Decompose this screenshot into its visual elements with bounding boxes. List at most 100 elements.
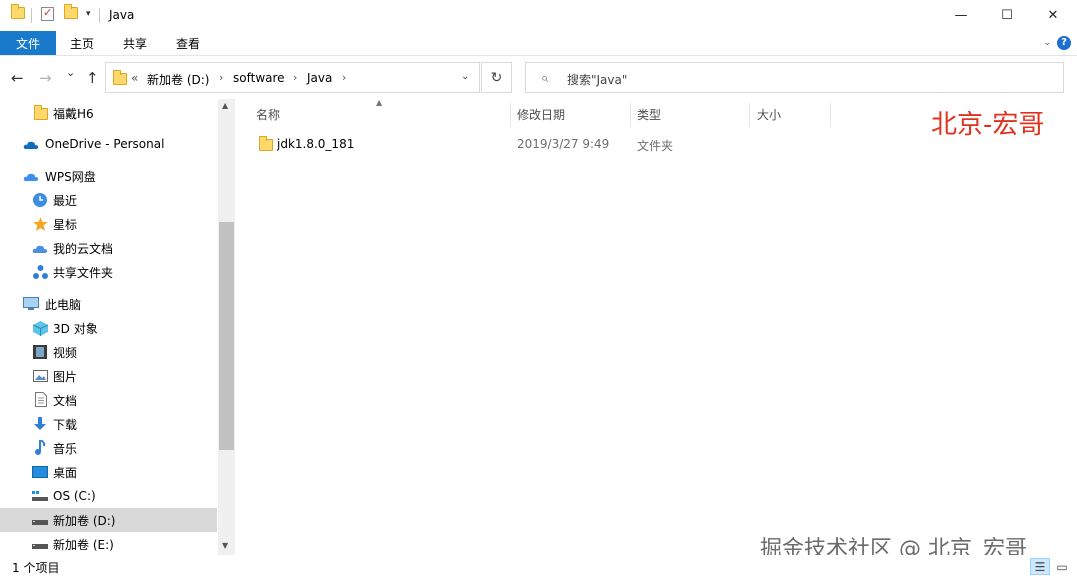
breadcrumb-java[interactable]: Java — [307, 71, 332, 85]
column-divider[interactable] — [630, 103, 631, 127]
title-bar: ▾ Java — ☐ ✕ — [0, 0, 1077, 31]
sort-ascending-icon: ▲ — [376, 98, 383, 107]
sidebar-item-drive-d[interactable]: 新加卷 (D:) — [0, 508, 217, 532]
navigation-pane: 福戴H6 OneDrive - Personal WPS网盘 最近 星标 我的云… — [0, 99, 235, 555]
breadcrumb-separator[interactable]: › — [342, 71, 346, 84]
chevron-down-icon[interactable]: ⌄ — [1043, 38, 1051, 48]
share-icon — [32, 265, 48, 279]
watermark-red: 北京-宏哥 — [931, 110, 1045, 140]
sidebar-item-onedrive[interactable]: OneDrive - Personal — [0, 132, 217, 156]
large-icons-view-icon[interactable]: ▭ — [1052, 558, 1072, 575]
tab-home[interactable]: 主页 — [60, 31, 104, 55]
sidebar-item-pictures[interactable]: 图片 — [0, 364, 217, 388]
breadcrumb-drive-d[interactable]: 新加卷 (D:) — [147, 71, 209, 88]
sidebar-item-music[interactable]: 音乐 — [0, 436, 217, 460]
minimize-button[interactable]: — — [938, 0, 984, 31]
file-name: jdk1.8.0_181 — [277, 137, 355, 151]
sidebar-scrollbar[interactable]: ▲ ▼ — [218, 99, 235, 555]
column-header-name[interactable]: 名称 — [256, 99, 280, 129]
column-header-date[interactable]: 修改日期 — [517, 99, 565, 129]
folder-icon — [33, 105, 49, 121]
sidebar-item-videos[interactable]: 视频 — [0, 340, 217, 364]
sidebar-item-label: 福戴H6 — [53, 106, 94, 121]
quick-access-dropdown[interactable]: ▾ — [86, 9, 91, 19]
forward-button[interactable]: → — [39, 69, 52, 87]
sidebar-item-label: 新加卷 (D:) — [53, 513, 116, 528]
separator — [99, 8, 100, 23]
cube-icon — [32, 320, 48, 336]
onedrive-icon — [23, 137, 39, 151]
picture-icon — [32, 369, 48, 383]
folder-icon — [113, 70, 127, 85]
search-input[interactable]: 搜索"Java" — [567, 71, 627, 88]
breadcrumb-separator[interactable]: › — [219, 71, 223, 84]
sidebar-item-label: 下载 — [53, 417, 78, 432]
sidebar-item-label: 文档 — [53, 393, 78, 408]
up-button[interactable]: ↑ — [86, 69, 99, 87]
column-header-type[interactable]: 类型 — [637, 99, 661, 129]
sidebar-item-documents[interactable]: 文档 — [0, 388, 217, 412]
video-icon — [32, 345, 48, 359]
sidebar-item-label: 图片 — [53, 369, 78, 384]
sidebar-item-label: OS (C:) — [53, 489, 96, 503]
item-count: 1 个项目 — [12, 561, 60, 575]
scroll-up-icon[interactable]: ▲ — [222, 101, 228, 110]
sidebar-item-drive-c[interactable]: OS (C:) — [0, 484, 217, 508]
sidebar-item-starred[interactable]: 星标 — [0, 212, 217, 236]
status-bar: 1 个项目 ☰ ▭ — [0, 555, 1077, 578]
sidebar-item-label: 此电脑 — [45, 297, 82, 312]
scrollbar-thumb[interactable] — [219, 222, 234, 450]
refresh-button[interactable]: ↻ — [481, 62, 512, 93]
download-icon — [32, 417, 48, 431]
column-header-size[interactable]: 大小 — [757, 99, 781, 129]
sidebar-item-label: 我的云文档 — [53, 241, 114, 256]
sidebar-item-label: 音乐 — [53, 441, 78, 456]
folder-icon — [11, 4, 25, 19]
sidebar-item-my-cloud-docs[interactable]: 我的云文档 — [0, 236, 217, 260]
close-button[interactable]: ✕ — [1030, 0, 1076, 31]
sidebar-item-drive-e[interactable]: 新加卷 (E:) — [0, 532, 217, 555]
sidebar-item-label: WPS网盘 — [45, 169, 96, 184]
sidebar-item-fudaih6[interactable]: 福戴H6 — [0, 101, 217, 125]
document-icon — [33, 391, 49, 407]
address-dropdown[interactable]: ⌄ — [461, 71, 469, 82]
column-divider[interactable] — [749, 103, 750, 127]
help-icon[interactable]: ? — [1057, 36, 1071, 50]
file-row[interactable]: jdk1.8.0_181 2019/3/27 9:49 文件夹 — [250, 132, 850, 156]
sidebar-item-desktop[interactable]: 桌面 — [0, 460, 217, 484]
ribbon-controls: ⌄ ? — [1043, 36, 1071, 50]
computer-icon — [23, 297, 39, 311]
breadcrumb-separator[interactable]: › — [293, 71, 297, 84]
wps-cloud-icon — [23, 169, 39, 183]
sidebar-item-recent[interactable]: 最近 — [0, 188, 217, 212]
sidebar-item-label: OneDrive - Personal — [45, 137, 165, 151]
navigation-bar: ← → ⌄ ↑ « 新加卷 (D:) › software › Java › ⌄… — [0, 57, 1077, 99]
sidebar-item-downloads[interactable]: 下载 — [0, 412, 217, 436]
tab-file[interactable]: 文件 — [0, 31, 56, 55]
back-button[interactable]: ← — [11, 69, 24, 87]
search-box[interactable]: ⌕ 搜索"Java" — [525, 62, 1064, 93]
sidebar-item-label: 星标 — [53, 217, 78, 232]
cloud-icon — [32, 241, 48, 255]
column-divider[interactable] — [830, 103, 831, 127]
tab-share[interactable]: 共享 — [113, 31, 157, 55]
drive-c-icon — [32, 489, 48, 503]
recent-locations-button[interactable]: ⌄ — [66, 66, 75, 79]
music-icon — [32, 439, 48, 455]
details-view-icon[interactable]: ☰ — [1030, 558, 1050, 575]
sidebar-item-label: 桌面 — [53, 465, 78, 480]
column-divider[interactable] — [510, 103, 511, 127]
sidebar-item-shared-folder[interactable]: 共享文件夹 — [0, 260, 217, 284]
tab-view[interactable]: 查看 — [166, 31, 210, 55]
ribbon-tabs: 文件 主页 共享 查看 ⌄ ? — [0, 31, 1077, 56]
properties-icon[interactable] — [41, 6, 54, 21]
sidebar-item-this-pc[interactable]: 此电脑 — [0, 292, 217, 316]
new-folder-icon[interactable] — [64, 4, 78, 19]
sidebar-item-wps[interactable]: WPS网盘 — [0, 164, 217, 188]
address-bar[interactable]: « 新加卷 (D:) › software › Java › ⌄ — [105, 62, 480, 93]
breadcrumb-overflow[interactable]: « — [131, 71, 138, 85]
breadcrumb-software[interactable]: software — [233, 71, 285, 85]
maximize-button[interactable]: ☐ — [984, 0, 1030, 31]
scroll-down-icon[interactable]: ▼ — [222, 541, 228, 550]
sidebar-item-3d-objects[interactable]: 3D 对象 — [0, 316, 217, 340]
